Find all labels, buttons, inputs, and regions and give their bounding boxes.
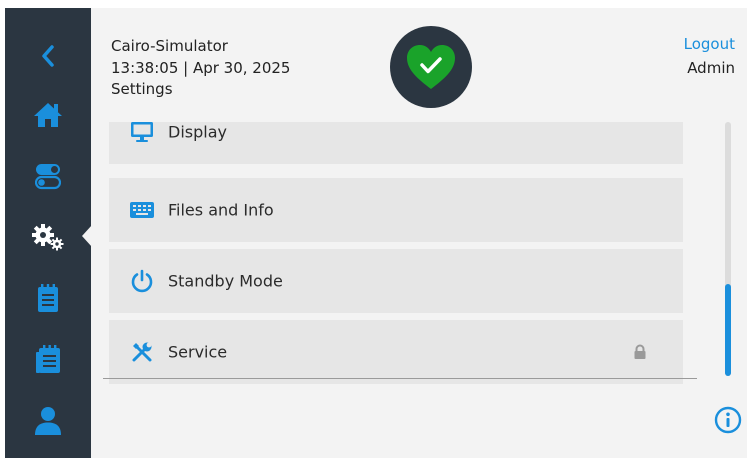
user-icon — [35, 407, 61, 435]
lock-icon — [634, 344, 646, 359]
keyboard-icon — [129, 197, 155, 223]
sidebar-item-home[interactable] — [5, 87, 91, 143]
info-icon[interactable] — [714, 406, 742, 434]
list-divider — [103, 378, 697, 379]
gears-icon — [32, 224, 64, 251]
sidebar-item-toggles[interactable] — [5, 148, 91, 204]
chevron-left-icon — [42, 45, 54, 67]
menu-item-service[interactable]: Service — [109, 320, 683, 384]
app-name: Cairo-Simulator — [111, 37, 228, 55]
sidebar-item-user[interactable] — [5, 393, 91, 449]
menu-item-label: Files and Info — [168, 200, 274, 220]
calendar-list-icon — [36, 345, 60, 373]
scrollbar-thumb[interactable] — [725, 284, 731, 376]
notepad-icon — [38, 284, 58, 312]
sidebar-item-calendar[interactable] — [5, 331, 91, 387]
status-indicator — [390, 26, 472, 108]
main-panel: Cairo-Simulator 13:38:05 | Apr 30, 2025 … — [91, 8, 747, 458]
sidebar-item-notes[interactable] — [5, 270, 91, 326]
settings-list: Display Files and Info Standby Mode Serv… — [109, 122, 683, 384]
datetime: 13:38:05 | Apr 30, 2025 — [111, 59, 291, 77]
logout-link[interactable]: Logout — [684, 35, 735, 54]
toggle-icon — [35, 164, 61, 190]
home-icon — [34, 103, 62, 127]
menu-item-label: Display — [168, 122, 227, 142]
monitor-icon — [129, 122, 155, 145]
menu-item-standby-mode[interactable]: Standby Mode — [109, 249, 683, 313]
menu-item-display[interactable]: Display — [109, 122, 683, 164]
menu-item-label: Service — [168, 342, 228, 362]
back-button[interactable] — [5, 28, 91, 84]
app-window: Cairo-Simulator 13:38:05 | Apr 30, 2025 … — [5, 8, 747, 458]
user-role: Admin — [687, 59, 735, 77]
menu-item-files-and-info[interactable]: Files and Info — [109, 178, 683, 242]
heart-check-icon — [407, 45, 455, 89]
page-title: Settings — [111, 80, 173, 98]
menu-item-label: Standby Mode — [168, 271, 283, 291]
sidebar-item-settings[interactable] — [5, 209, 91, 265]
sidebar — [5, 8, 92, 458]
tools-icon — [129, 339, 155, 365]
power-icon — [129, 268, 155, 294]
